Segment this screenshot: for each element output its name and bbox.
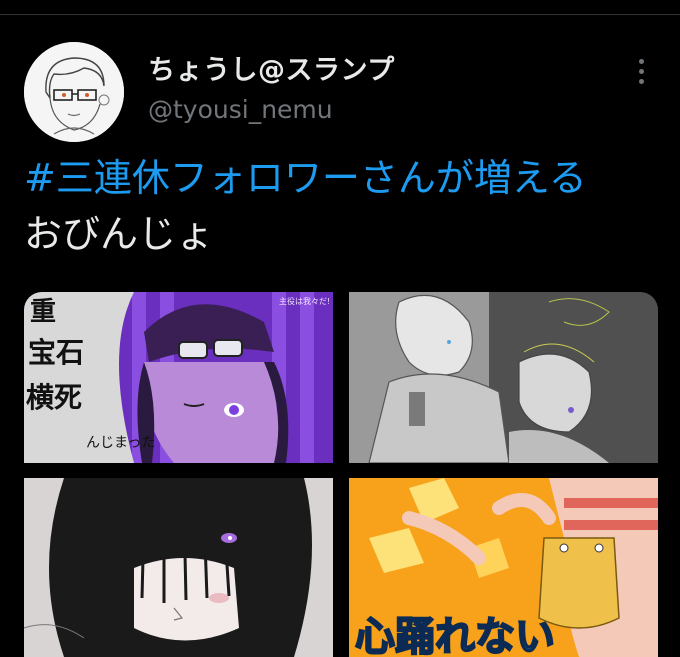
hashtag-link[interactable]: #三連休フォロワーさんが増える <box>24 156 587 200</box>
author-avatar[interactable] <box>24 42 124 142</box>
top-divider <box>0 14 680 15</box>
author-handle[interactable]: @tyousi_nemu <box>148 95 333 124</box>
tweet-text-line2: おびんじょ <box>24 212 215 256</box>
illustration-purple-icon: 主役は我々だ! 重 宝石 横死 んじまった <box>24 292 333 463</box>
svg-text:重: 重 <box>30 297 56 327</box>
svg-text:宝石: 宝石 <box>28 336 84 369</box>
illustration-dark-hair-icon <box>24 478 333 657</box>
media-image-3[interactable] <box>24 478 333 657</box>
media-image-2[interactable] <box>349 292 658 463</box>
avatar-illustration-icon <box>24 42 124 142</box>
svg-text:んじまった: んじまった <box>86 435 155 451</box>
more-vertical-icon-dot <box>638 68 644 74</box>
tweet-text-line1: #三連休フォロワーさんが増える <box>24 154 587 202</box>
illustration-sketch-gray-icon <box>349 292 658 463</box>
more-vertical-icon-dot <box>638 78 644 84</box>
author-display-name[interactable]: ちょうし@スランプ <box>148 48 395 87</box>
svg-text:横死: 横死 <box>26 381 82 414</box>
media-lettering: 心踊れない <box>355 614 555 657</box>
media-image-4[interactable]: 心踊れない <box>349 478 658 657</box>
illustration-orange-icon: 心踊れない <box>349 478 658 657</box>
media-grid: 主役は我々だ! 重 宝石 横死 んじまった 心踊れない <box>24 292 658 657</box>
more-vertical-icon <box>638 58 644 64</box>
more-options-button[interactable] <box>626 56 656 86</box>
media-image-1[interactable]: 主役は我々だ! 重 宝石 横死 んじまった <box>24 292 333 463</box>
media-caption: 主役は我々だ! <box>279 296 330 306</box>
